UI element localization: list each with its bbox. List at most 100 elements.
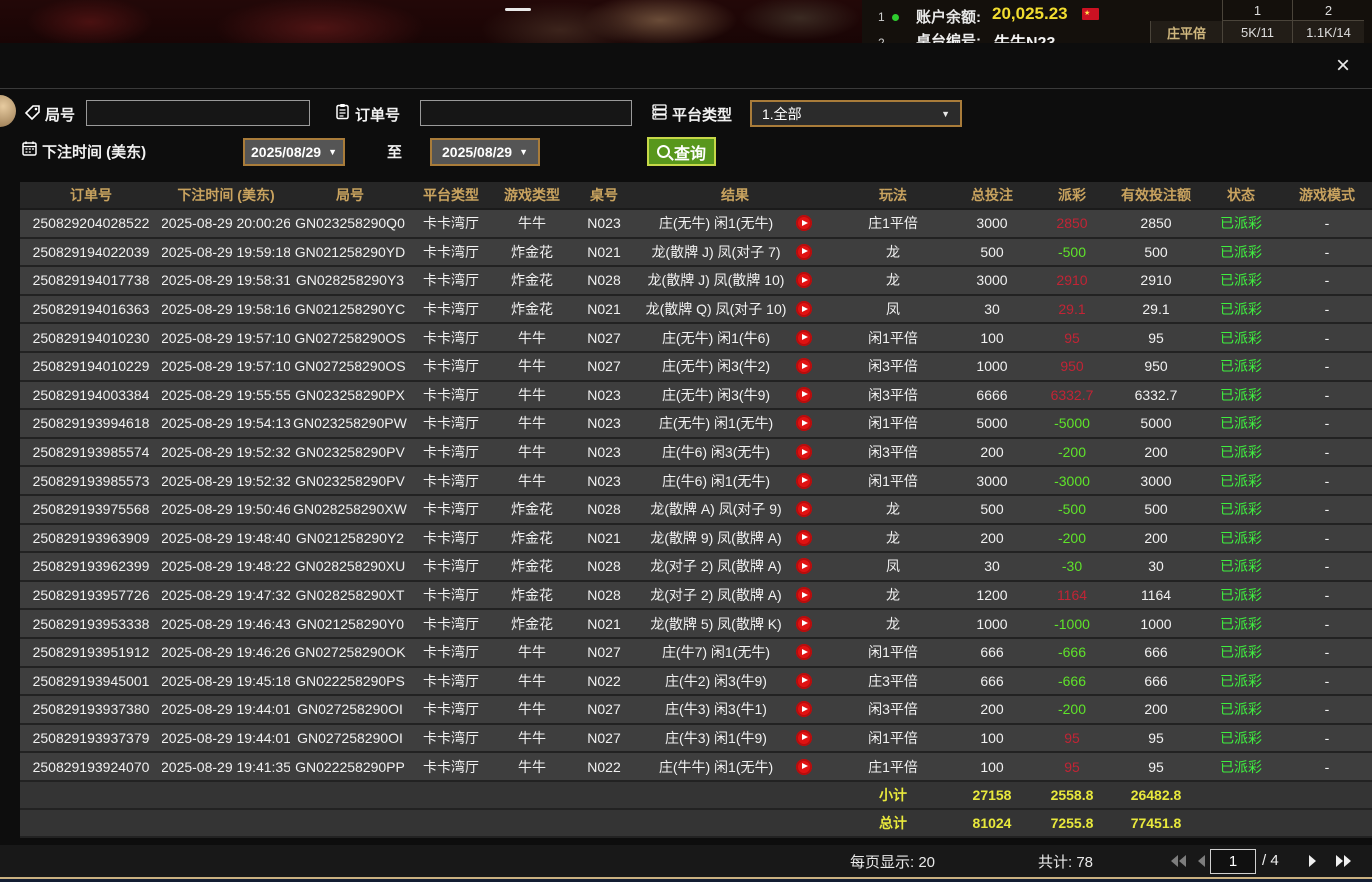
cell-table: N027 — [572, 324, 636, 351]
cell-play: 庄3平倍 — [834, 668, 952, 695]
cell-payout: -200 — [1032, 525, 1112, 552]
mini-col-1: 1 — [1222, 0, 1292, 21]
cell-game: 牛牛 — [492, 696, 572, 723]
cell-mode: - — [1282, 582, 1372, 609]
cell-round: GN021258290Y0 — [290, 610, 410, 637]
cell-play: 闲3平倍 — [834, 696, 952, 723]
cell-mode: - — [1282, 324, 1372, 351]
replay-play-icon[interactable] — [796, 473, 812, 489]
cell-time: 2025-08-29 19:58:31 — [162, 267, 290, 294]
cell-mode: - — [1282, 210, 1372, 237]
cell-status: 已派彩 — [1200, 668, 1282, 695]
cell-time: 2025-08-29 19:52:32 — [162, 439, 290, 466]
table-number-label: 桌台编号: — [916, 30, 981, 43]
page-input[interactable] — [1210, 849, 1256, 874]
platform-type-select[interactable]: 1.全部 ▼ — [750, 100, 962, 127]
replay-play-icon[interactable] — [796, 530, 812, 546]
cell-mode: - — [1282, 725, 1372, 752]
cell-result: 龙(散牌 A) 凤(对子 9) — [636, 496, 834, 523]
last-page-icon[interactable] — [1334, 853, 1354, 871]
cell-play: 龙 — [834, 267, 952, 294]
table-row: 2508291939639092025-08-29 19:48:40GN0212… — [20, 525, 1372, 554]
column-header: 游戏类型 — [492, 182, 572, 208]
cell-game: 牛牛 — [492, 753, 572, 780]
cell-game: 炸金花 — [492, 496, 572, 523]
cell-order: 250829193924070 — [20, 753, 162, 780]
cell-result: 龙(对子 2) 凤(散牌 A) — [636, 553, 834, 580]
replay-play-icon[interactable] — [796, 644, 812, 660]
replay-play-icon[interactable] — [796, 215, 812, 231]
replay-play-icon[interactable] — [796, 558, 812, 574]
replay-play-icon[interactable] — [796, 272, 812, 288]
replay-play-icon[interactable] — [796, 387, 812, 403]
replay-play-icon[interactable] — [796, 358, 812, 374]
result-text: 庄(牛6) 闲1(无牛) — [636, 471, 796, 491]
table-row: 2508291940102302025-08-29 19:57:10GN0272… — [20, 324, 1372, 353]
cell-platform: 卡卡湾厅 — [410, 525, 492, 552]
cell-table: N028 — [572, 582, 636, 609]
replay-play-icon[interactable] — [796, 759, 812, 775]
replay-play-icon[interactable] — [796, 244, 812, 260]
replay-play-icon[interactable] — [796, 330, 812, 346]
cell-bet: 200 — [952, 525, 1032, 552]
cell-result: 龙(散牌 J) 凤(散牌 10) — [636, 267, 834, 294]
cell-status: 已派彩 — [1200, 610, 1282, 637]
cell-order: 250829193975568 — [20, 496, 162, 523]
order-no-input[interactable] — [420, 100, 632, 126]
game-no-input[interactable] — [86, 100, 310, 126]
cell-result: 庄(牛3) 闲1(牛9) — [636, 725, 834, 752]
replay-play-icon[interactable] — [796, 701, 812, 717]
date-to-picker[interactable]: 2025/08/29 ▼ — [430, 138, 540, 166]
cell-valid: 950 — [1112, 353, 1200, 380]
cell-status: 已派彩 — [1200, 410, 1282, 437]
column-header: 下注时间 (美东) — [162, 182, 290, 208]
table-row: 2508291940102292025-08-29 19:57:10GN0272… — [20, 353, 1372, 382]
result-text: 庄(无牛) 闲1(牛6) — [636, 328, 796, 348]
cell-order: 250829193937379 — [20, 725, 162, 752]
cell-result: 龙(散牌 9) 凤(散牌 A) — [636, 525, 834, 552]
replay-play-icon[interactable] — [796, 415, 812, 431]
replay-play-icon[interactable] — [796, 616, 812, 632]
cell-bet: 3000 — [952, 210, 1032, 237]
platform-icon — [651, 103, 668, 120]
cell-round: GN028258290XW — [290, 496, 410, 523]
date-from-value: 2025/08/29 — [251, 144, 321, 160]
cell-order: 250829194017738 — [20, 267, 162, 294]
cell-bet: 100 — [952, 753, 1032, 780]
cell-round: GN022258290PS — [290, 668, 410, 695]
result-text: 庄(牛牛) 闲1(无牛) — [636, 757, 796, 777]
replay-play-icon[interactable] — [796, 587, 812, 603]
next-page-icon[interactable] — [1306, 853, 1326, 871]
replay-play-icon[interactable] — [796, 501, 812, 517]
cell-table: N023 — [572, 382, 636, 409]
cell-valid: 3000 — [1112, 467, 1200, 494]
cell-platform: 卡卡湾厅 — [410, 267, 492, 294]
cell-round: GN028258290Y3 — [290, 267, 410, 294]
replay-play-icon[interactable] — [796, 730, 812, 746]
cell-valid: 200 — [1112, 439, 1200, 466]
cell-result: 龙(散牌 Q) 凤(对子 10) — [636, 296, 834, 323]
column-header: 总投注 — [952, 182, 1032, 208]
side-tab-handle[interactable] — [0, 95, 16, 127]
result-text: 龙(散牌 J) 凤(对子 7) — [636, 242, 796, 262]
cell-platform: 卡卡湾厅 — [410, 753, 492, 780]
cell-round: GN023258290Q0 — [290, 210, 410, 237]
table-row: 2508291939855742025-08-29 19:52:32GN0232… — [20, 439, 1372, 468]
replay-play-icon[interactable] — [796, 301, 812, 317]
replay-play-icon[interactable] — [796, 444, 812, 460]
query-button[interactable]: 查询 — [647, 137, 716, 166]
date-from-picker[interactable]: 2025/08/29 ▼ — [243, 138, 345, 166]
result-text: 龙(散牌 Q) 凤(对子 10) — [636, 299, 796, 319]
close-icon[interactable]: × — [1330, 53, 1356, 79]
column-header: 有效投注额 — [1112, 182, 1200, 208]
cell-platform: 卡卡湾厅 — [410, 296, 492, 323]
column-header: 状态 — [1200, 182, 1282, 208]
replay-play-icon[interactable] — [796, 673, 812, 689]
cell-payout: 2910 — [1032, 267, 1112, 294]
first-page-icon[interactable] — [1168, 853, 1188, 871]
result-text: 庄(牛7) 闲1(无牛) — [636, 642, 796, 662]
cell-game: 炸金花 — [492, 239, 572, 266]
table-row: 2508291939450012025-08-29 19:45:18GN0222… — [20, 668, 1372, 697]
cell-order: 250829193985573 — [20, 467, 162, 494]
cell-round: GN023258290PX — [290, 382, 410, 409]
